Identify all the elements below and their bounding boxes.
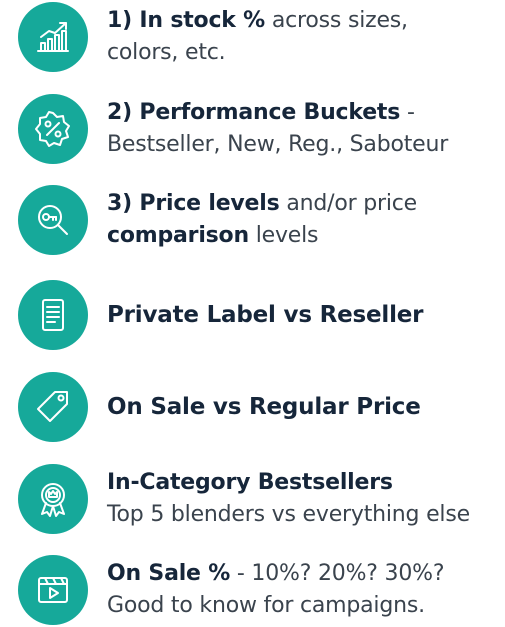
item-title-line2: comparison	[107, 223, 249, 248]
item-title: Private Label vs Reseller	[107, 302, 424, 328]
list-item-performance-buckets: 2) Performance Buckets - Bestseller, New…	[0, 92, 505, 166]
document-icon	[18, 280, 88, 350]
item-description: across sizes,	[265, 8, 408, 33]
video-player-icon	[18, 555, 88, 625]
item-title: 1) In stock %	[107, 8, 266, 33]
item-description-line2: Good to know for campaigns.	[107, 593, 425, 618]
item-title: 2) Performance Buckets	[107, 100, 401, 125]
item-description: and/or price	[279, 191, 417, 216]
feature-list: 1) In stock % across sizes, colors, etc.…	[0, 0, 505, 625]
item-title: On Sale vs Regular Price	[107, 394, 421, 420]
item-description-line2: colors, etc.	[107, 40, 226, 65]
percent-badge-icon	[18, 94, 88, 164]
item-description: - 10%? 20%? 30%?	[230, 561, 445, 586]
list-item-on-sale-vs-regular: On Sale vs Regular Price	[0, 370, 505, 444]
item-description-line2: levels	[248, 223, 319, 248]
item-title: 3) Price levels	[107, 191, 280, 216]
bar-chart-growth-icon	[18, 2, 88, 72]
magnifier-key-icon	[18, 185, 88, 255]
item-title: In-Category Bestsellers	[107, 470, 393, 495]
price-tag-icon	[18, 372, 88, 442]
list-item-price-levels: 3) Price levels and/or price comparison …	[0, 183, 505, 257]
list-item-private-label: Private Label vs Reseller	[0, 278, 505, 352]
item-title: On Sale %	[107, 561, 231, 586]
item-description-line2: Bestseller, New, Reg., Saboteur	[107, 132, 449, 157]
list-item-on-sale-percent: On Sale % - 10%? 20%? 30%? Good to know …	[0, 553, 505, 627]
award-ribbon-icon	[18, 464, 88, 534]
list-item-in-stock: 1) In stock % across sizes, colors, etc.	[0, 0, 505, 74]
item-description-line2: Top 5 blenders vs everything else	[107, 502, 470, 527]
item-description: -	[400, 100, 415, 125]
list-item-in-category-bestsellers: In-Category Bestsellers Top 5 blenders v…	[0, 462, 505, 536]
